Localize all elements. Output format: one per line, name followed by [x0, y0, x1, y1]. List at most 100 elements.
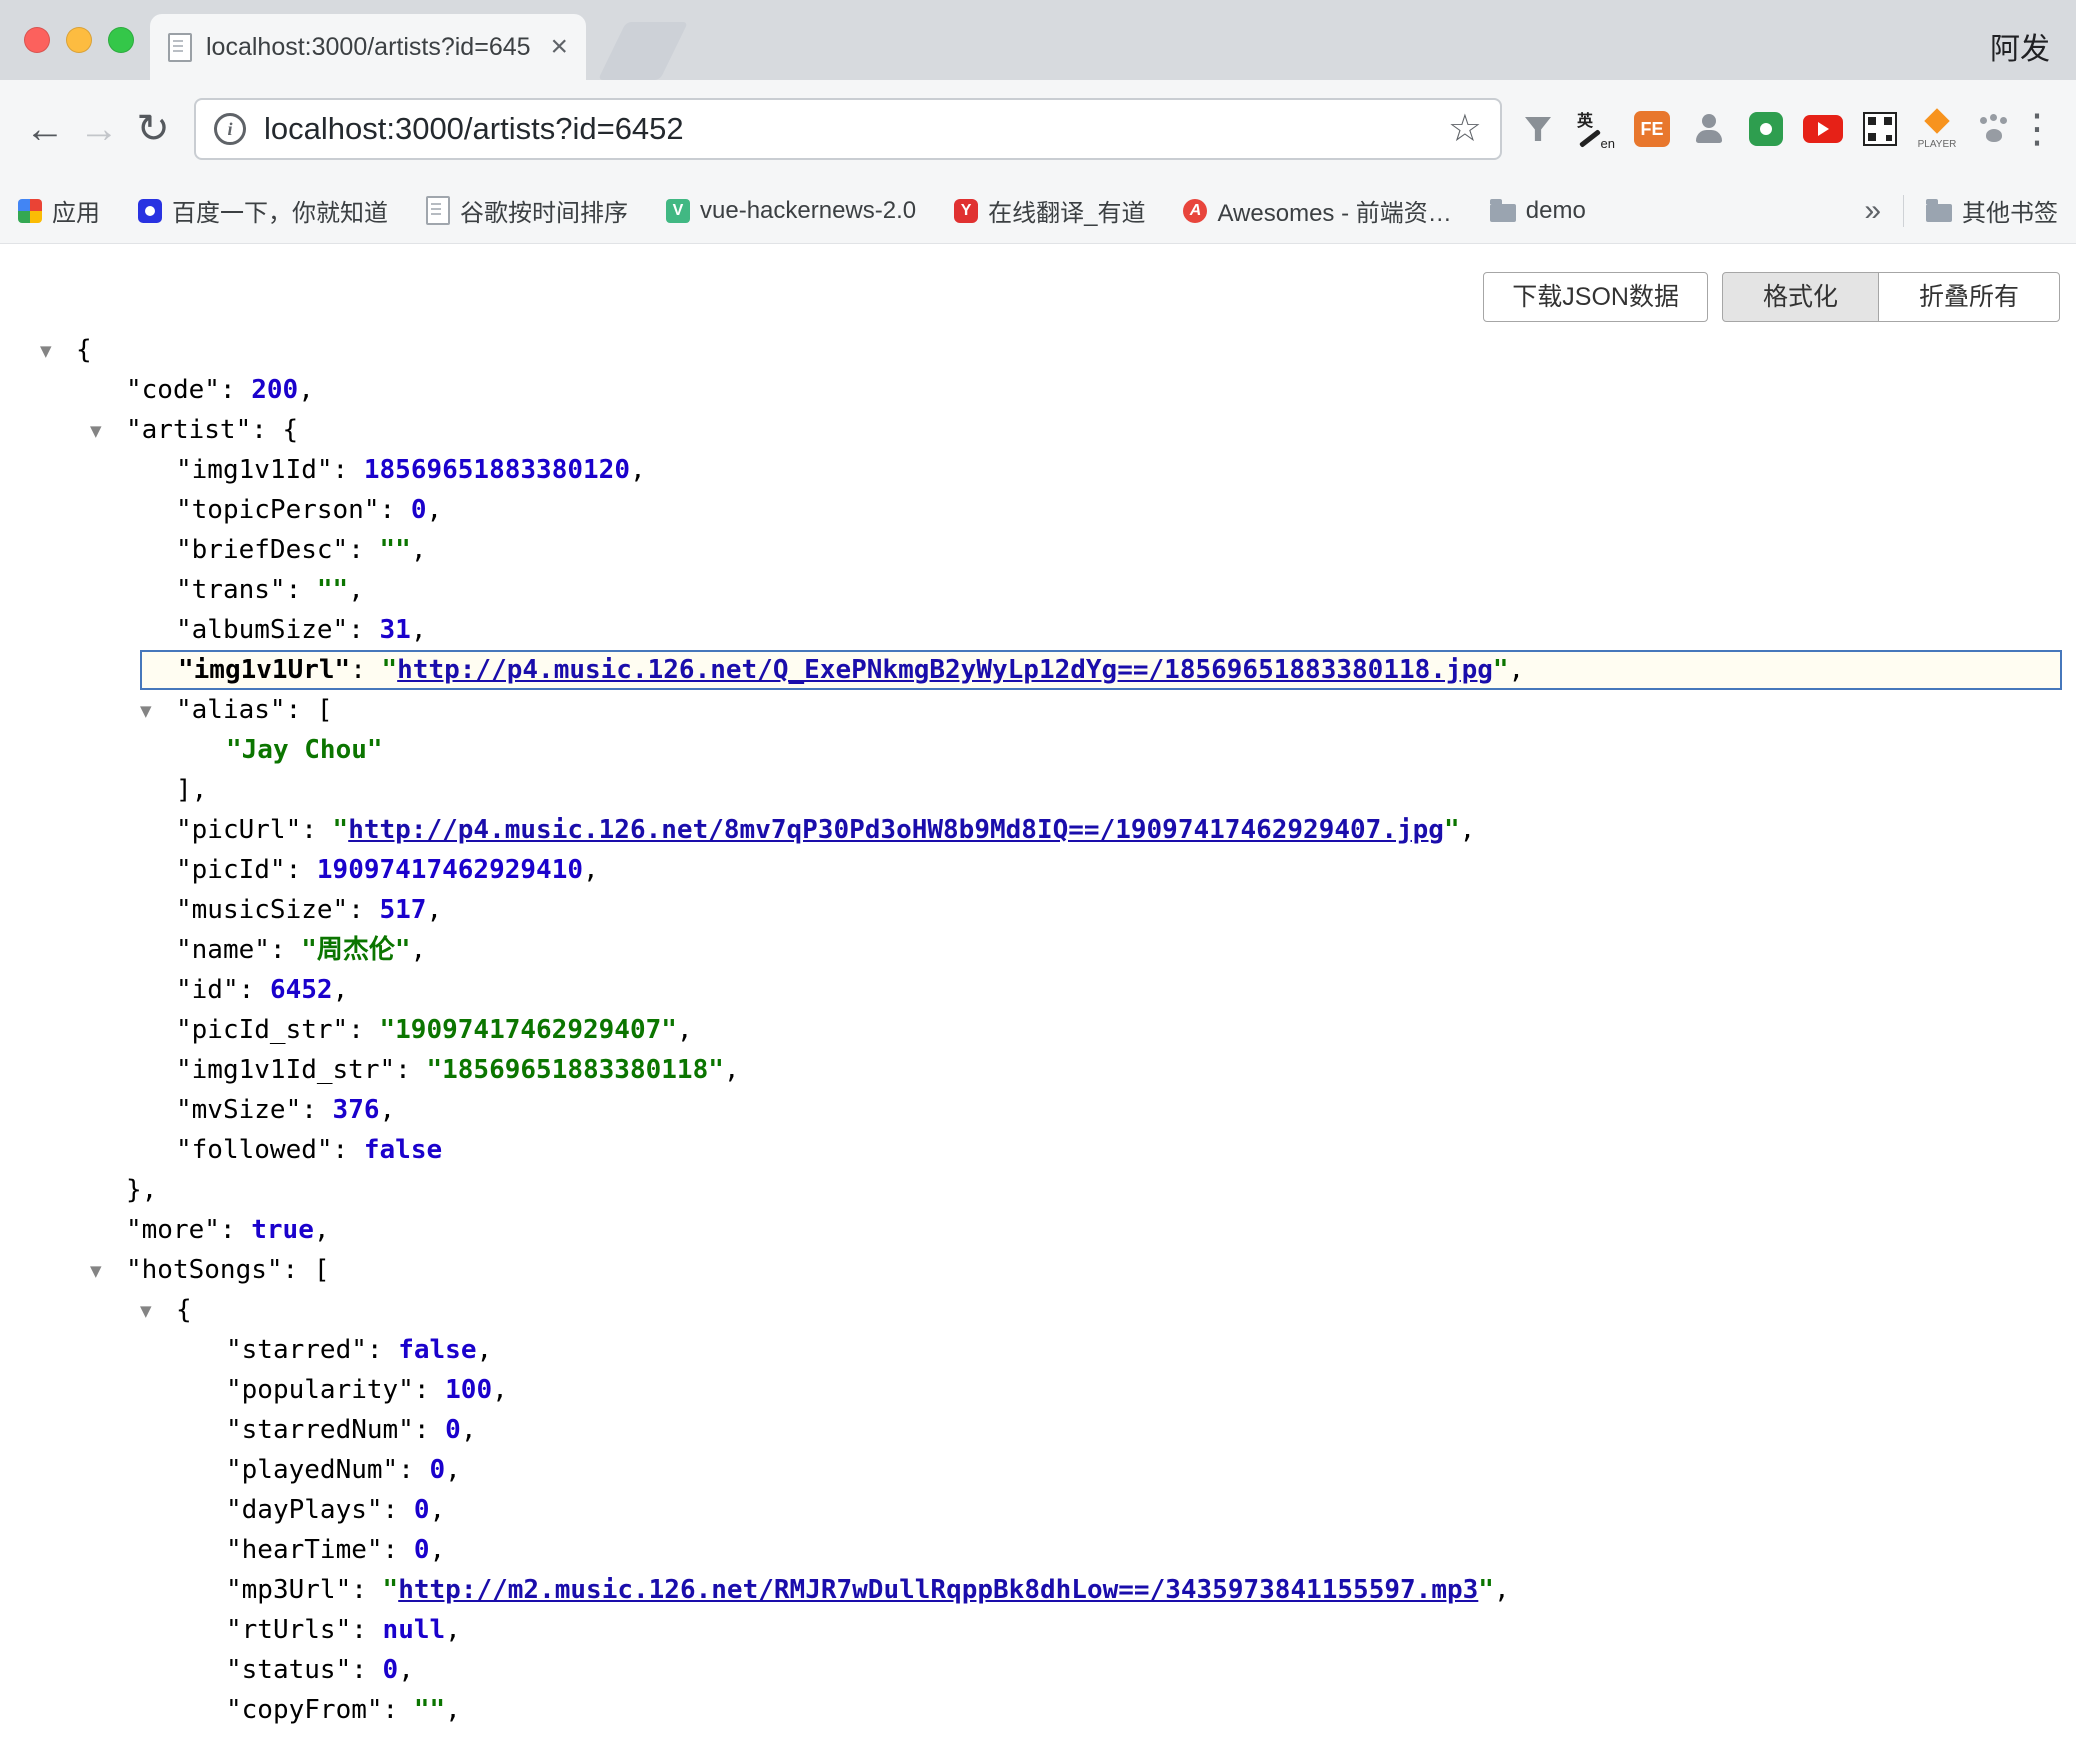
json-punct: : [348, 1015, 379, 1045]
json-number: 0 [414, 1495, 430, 1525]
translate-extension-icon[interactable]: 英 en [1573, 107, 1617, 151]
json-line: ▼{ [0, 1290, 2076, 1330]
json-string: " [383, 1575, 399, 1605]
json-punct: , [430, 1495, 446, 1525]
collapse-toggle-icon[interactable]: ▼ [40, 331, 76, 371]
download-json-button[interactable]: 下载JSON数据 [1483, 272, 1708, 322]
json-link-url[interactable]: http://p4.music.126.net/Q_ExePNkmgB2yWyL… [397, 655, 1493, 685]
json-string: "" [380, 535, 411, 565]
address-bar[interactable]: i localhost:3000/artists?id=6452 ☆ [194, 98, 1502, 160]
json-punct: : [ [286, 695, 333, 725]
json-key: "followed" [176, 1135, 333, 1165]
json-punct: , [411, 935, 427, 965]
tab-close-icon[interactable]: × [550, 32, 568, 62]
active-tab[interactable]: localhost:3000/artists?id=645 × [150, 14, 586, 80]
json-punct: , [476, 1335, 492, 1365]
json-punct: : [383, 1495, 414, 1525]
window-zoom-button[interactable] [108, 27, 134, 53]
json-line: ▼{ [0, 330, 2076, 370]
bookmark-item[interactable]: Vvue-hackernews-2.0 [666, 197, 916, 225]
json-line: "more": true, [0, 1210, 2076, 1250]
json-string: "18569651883380118" [426, 1055, 723, 1085]
json-string: " [1478, 1575, 1494, 1605]
bookmark-item[interactable]: 百度一下，你就知道 [138, 193, 388, 228]
collapse-all-button[interactable]: 折叠所有 [1878, 272, 2060, 322]
apps-favicon-icon [18, 199, 42, 223]
bookmark-label: vue-hackernews-2.0 [700, 197, 916, 225]
browser-toolbar: ← → ↻ i localhost:3000/artists?id=6452 ☆… [0, 80, 2076, 178]
json-punct: : [351, 1575, 382, 1605]
window-minimize-button[interactable] [66, 27, 92, 53]
qrcode-extension-icon[interactable] [1858, 107, 1902, 151]
person-icon [1691, 111, 1727, 147]
player-extension-icon[interactable]: PLAYER [1915, 107, 1959, 151]
green-shield-icon [1749, 112, 1783, 146]
pen-translate-icon: 英 en [1575, 109, 1615, 149]
back-icon[interactable]: ← [18, 102, 72, 156]
profile-name[interactable]: 阿发 [1990, 24, 2050, 68]
json-punct: { [176, 1295, 192, 1325]
json-key: "copyFrom" [226, 1695, 383, 1725]
json-link-url[interactable]: http://m2.music.126.net/RMJR7wDullRqppBk… [398, 1575, 1478, 1605]
bookmark-label: 应用 [52, 193, 100, 228]
json-string: "19097417462929407" [380, 1015, 677, 1045]
bookmarks-divider [1903, 195, 1904, 227]
green-shield-extension-icon[interactable] [1744, 107, 1788, 151]
reload-icon[interactable]: ↻ [126, 102, 180, 156]
json-punct: : [395, 1055, 426, 1085]
page-content: 下载JSON数据 格式化 折叠所有 ▼{"code": 200,▼"artist… [0, 245, 2076, 1754]
json-line: "picId": 19097417462929410, [0, 850, 2076, 890]
new-tab-button[interactable] [598, 22, 688, 80]
json-line: "mp3Url": "http://m2.music.126.net/RMJR7… [0, 1570, 2076, 1610]
format-button[interactable]: 格式化 [1722, 272, 1879, 322]
json-punct: : [ [283, 1255, 330, 1285]
youtube-extension-icon[interactable] [1801, 107, 1845, 151]
bookmarks-right-group: » 其他书签 [1864, 193, 2058, 228]
json-number: 517 [380, 895, 427, 925]
other-bookmarks-folder[interactable]: 其他书签 [1926, 193, 2058, 228]
json-punct: : [301, 815, 332, 845]
json-link-url[interactable]: http://p4.music.126.net/8mv7qP30Pd3oHW8b… [348, 815, 1444, 845]
json-key: "picId" [176, 855, 286, 885]
json-number: 0 [430, 1455, 446, 1485]
collapse-toggle-icon[interactable]: ▼ [90, 1251, 126, 1291]
contacts-extension-icon[interactable] [1687, 107, 1731, 151]
bookmark-item[interactable]: Y在线翻译_有道 [954, 193, 1145, 228]
fehelper-extension-icon[interactable]: FE [1630, 107, 1674, 151]
fe-icon: FE [1634, 111, 1670, 147]
json-punct: : [348, 535, 379, 565]
collapse-toggle-icon[interactable]: ▼ [140, 691, 176, 731]
json-number: 0 [445, 1415, 461, 1445]
collapse-toggle-icon[interactable]: ▼ [90, 411, 126, 451]
json-line: "Jay Chou" [0, 730, 2076, 770]
collapse-toggle-icon[interactable]: ▼ [140, 1291, 176, 1331]
page-info-icon[interactable]: i [214, 113, 246, 145]
json-line: "dayPlays": 0, [0, 1490, 2076, 1530]
json-line: "popularity": 100, [0, 1370, 2076, 1410]
json-key: "img1v1Url" [178, 655, 350, 685]
url-text[interactable]: localhost:3000/artists?id=6452 [264, 111, 1430, 147]
json-key: "id" [176, 975, 239, 1005]
bookmark-star-icon[interactable]: ☆ [1448, 110, 1482, 148]
json-tree: ▼{"code": 200,▼"artist": {"img1v1Id": 18… [0, 330, 2076, 1730]
bookmark-item[interactable]: 谷歌按时间排序 [426, 193, 628, 228]
json-key: "briefDesc" [176, 535, 348, 565]
translate-zh-badge: 英 [1577, 107, 1593, 131]
bookmark-item[interactable]: 应用 [18, 193, 100, 228]
bookmarks-overflow-chevron-icon[interactable]: » [1864, 194, 1881, 228]
browser-menu-icon[interactable]: ⋮ [2016, 102, 2058, 156]
json-punct: : [414, 1375, 445, 1405]
window-controls [24, 27, 134, 53]
json-punct: , [461, 1415, 477, 1445]
json-punct: , [724, 1055, 740, 1085]
bookmark-item[interactable]: AAwesomes - 前端资… [1183, 193, 1451, 228]
window-close-button[interactable] [24, 27, 50, 53]
json-punct: : [380, 495, 411, 525]
paw-extension-icon[interactable] [1972, 107, 2016, 151]
json-punct: : [286, 855, 317, 885]
json-literal: null [383, 1615, 446, 1645]
funnel-extension-icon[interactable] [1516, 107, 1560, 151]
json-key: "picId_str" [176, 1015, 348, 1045]
bookmark-item[interactable]: demo [1490, 197, 1586, 225]
json-number: 19097417462929410 [317, 855, 583, 885]
